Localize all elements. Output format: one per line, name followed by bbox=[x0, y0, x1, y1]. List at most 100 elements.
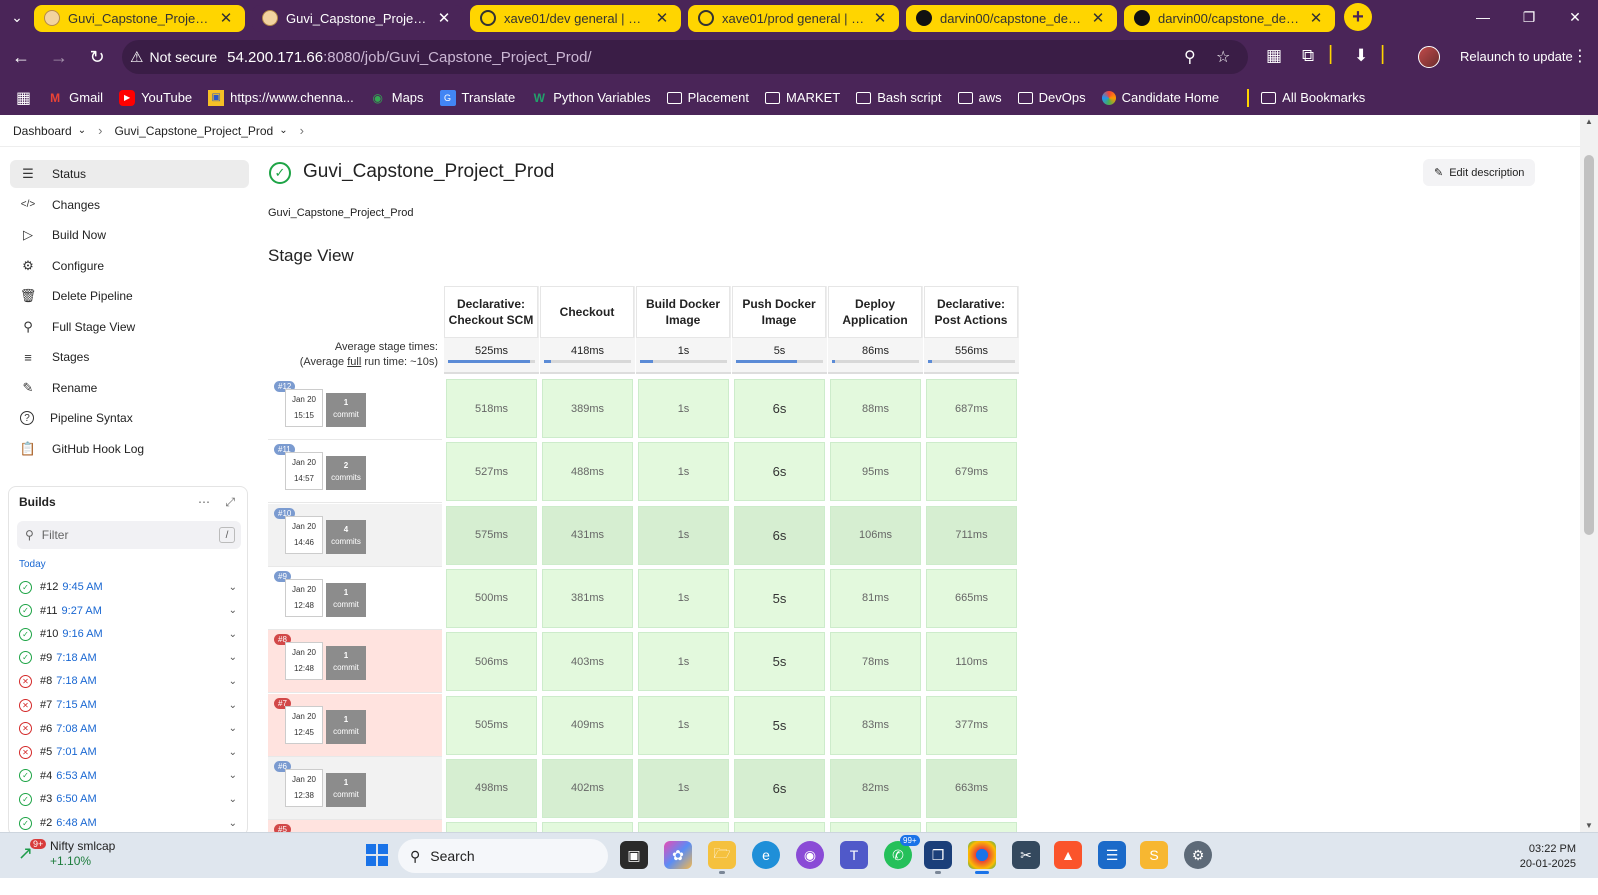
browser-tab[interactable]: Guvi_Capstone_Project_Prod✕ bbox=[252, 4, 463, 32]
bookmark-item[interactable]: M Gmail bbox=[47, 90, 103, 106]
bookmark-item[interactable]: MARKET bbox=[765, 90, 840, 105]
extensions-icon[interactable]: ⧉ bbox=[1302, 46, 1314, 66]
file-explorer-icon[interactable]: 🗁 bbox=[708, 841, 736, 874]
restore-icon[interactable]: ❐ bbox=[1506, 9, 1552, 26]
bookmark-item[interactable]: W Python Variables bbox=[531, 90, 651, 106]
build-history-row[interactable]: ✓ #2 6:48 AM ⌄ bbox=[19, 813, 241, 833]
page-scrollbar[interactable]: ▲ ▼ bbox=[1580, 115, 1598, 832]
close-tab-icon[interactable]: ✕ bbox=[1089, 9, 1107, 27]
build-history-row[interactable]: ✓ #12 9:45 AM ⌄ bbox=[19, 577, 241, 597]
bookmark-item[interactable]: Candidate Home bbox=[1101, 90, 1219, 105]
stage-cell[interactable]: 518ms bbox=[446, 379, 537, 438]
address-bar[interactable]: ⚠ Not secure 54.200.171.66:8080/job/Guvi… bbox=[122, 40, 1248, 74]
stage-cell[interactable]: 1s bbox=[638, 379, 729, 438]
security-chip[interactable]: ⚠ Not secure bbox=[130, 48, 217, 66]
stage-cell[interactable]: 106ms bbox=[830, 505, 921, 565]
scroll-down-icon[interactable]: ▼ bbox=[1585, 821, 1593, 830]
bookmark-item[interactable]: aws bbox=[957, 90, 1002, 105]
copilot-icon[interactable]: ✿ bbox=[664, 841, 692, 869]
run-commits[interactable]: 4 commits bbox=[326, 519, 366, 554]
browser-tab[interactable]: Guvi_Capstone_Project_dev [✕ bbox=[34, 4, 245, 32]
teams-icon[interactable]: T bbox=[840, 841, 868, 869]
download-icon[interactable]: ⬇ bbox=[1354, 46, 1368, 66]
stocks-widget[interactable]: ↗ 9+ Nifty smlcap +1.10% bbox=[18, 839, 115, 869]
build-time[interactable]: 6:50 AM bbox=[56, 793, 96, 805]
run-commits[interactable]: 2 commits bbox=[326, 456, 366, 491]
run-commits[interactable]: 1 commit bbox=[326, 582, 366, 617]
back-icon[interactable]: ← bbox=[4, 40, 38, 74]
close-tab-icon[interactable]: ✕ bbox=[435, 9, 453, 27]
stage-cell[interactable] bbox=[542, 822, 633, 832]
chevron-down-icon[interactable]: ⌄ bbox=[78, 125, 86, 136]
sidebar-item-github-hook-log[interactable]: 📋 GitHub Hook Log bbox=[10, 435, 249, 463]
run-commits[interactable]: 1 commit bbox=[326, 709, 366, 744]
virtualbox-icon[interactable]: ❒ bbox=[924, 841, 952, 874]
settings-gear-icon[interactable]: ⚙ bbox=[1184, 841, 1212, 869]
build-number[interactable]: #3 bbox=[40, 793, 52, 805]
stage-cell[interactable]: 403ms bbox=[542, 632, 633, 692]
stage-cell[interactable] bbox=[638, 822, 729, 832]
stage-cell[interactable] bbox=[446, 822, 537, 832]
close-tab-icon[interactable]: ✕ bbox=[1307, 9, 1325, 27]
builds-filter-input[interactable]: ⚲ Filter / bbox=[17, 521, 241, 549]
bookmark-item[interactable]: G Translate bbox=[439, 89, 515, 106]
build-number[interactable]: #9 bbox=[40, 652, 52, 664]
apps-icon[interactable]: ▦ bbox=[1266, 46, 1282, 66]
scroll-up-icon[interactable]: ▲ bbox=[1585, 117, 1593, 126]
stage-cell[interactable]: 488ms bbox=[542, 442, 633, 502]
bookmark-star-icon[interactable]: ☆ bbox=[1216, 47, 1230, 67]
stage-cell[interactable]: 431ms bbox=[542, 505, 633, 565]
chevron-down-icon[interactable]: ⌄ bbox=[229, 818, 237, 829]
build-number[interactable]: #8 bbox=[40, 675, 52, 687]
build-history-row[interactable]: ✕ #7 7:15 AM ⌄ bbox=[19, 695, 241, 715]
stage-cell[interactable]: 88ms bbox=[830, 379, 921, 438]
chevron-down-icon[interactable]: ⌄ bbox=[279, 125, 287, 136]
system-clock[interactable]: 03:22 PM 20-01-2025 bbox=[1498, 842, 1576, 872]
stage-cell[interactable]: 1s bbox=[638, 695, 729, 755]
stage-cell[interactable]: 1s bbox=[638, 632, 729, 692]
scrollbar-thumb[interactable] bbox=[1584, 155, 1594, 535]
edit-description-button[interactable]: ✎ Edit description bbox=[1423, 159, 1536, 186]
stage-cell[interactable]: 575ms bbox=[446, 505, 537, 565]
reload-icon[interactable]: ↻ bbox=[80, 40, 114, 74]
stage-cell[interactable] bbox=[926, 822, 1017, 832]
task-view-icon[interactable]: ▣ bbox=[620, 841, 648, 869]
stage-cell[interactable]: 665ms bbox=[926, 568, 1017, 628]
sidebar-item-configure[interactable]: ⚙ Configure bbox=[10, 252, 249, 280]
bookmark-item[interactable]: ◉ Maps bbox=[370, 90, 424, 106]
stage-cell[interactable]: 527ms bbox=[446, 442, 537, 502]
stage-cell[interactable]: 1s bbox=[638, 758, 729, 818]
bookmark-item[interactable]: ▣ https://www.chenna... bbox=[208, 89, 354, 106]
sidebar-item-pipeline-syntax[interactable]: ? Pipeline Syntax bbox=[10, 404, 249, 432]
chevron-down-icon[interactable]: ⌄ bbox=[229, 747, 237, 758]
build-number[interactable]: #4 bbox=[40, 770, 52, 782]
sidebar-item-stages[interactable]: ≡ Stages bbox=[10, 343, 249, 371]
chevron-down-icon[interactable]: ⌄ bbox=[229, 723, 237, 734]
more-menu-icon[interactable]: ⋮ bbox=[1572, 46, 1588, 66]
browser-tab[interactable]: xave01/prod general | Docke✕ bbox=[688, 4, 899, 32]
stage-cell[interactable]: 687ms bbox=[926, 379, 1017, 438]
stage-cell[interactable]: 5s bbox=[734, 632, 825, 692]
build-history-row[interactable]: ✓ #4 6:53 AM ⌄ bbox=[19, 766, 241, 786]
chevron-down-icon[interactable]: ⌄ bbox=[229, 605, 237, 616]
more-icon[interactable]: ⋯ bbox=[198, 495, 212, 509]
stage-cell[interactable] bbox=[830, 822, 921, 832]
sidebar-item-status[interactable]: ☰ Status bbox=[10, 160, 249, 188]
sidebar-item-rename[interactable]: ✎ Rename bbox=[10, 374, 249, 402]
build-number[interactable]: #10 bbox=[40, 628, 58, 640]
stage-cell[interactable]: 663ms bbox=[926, 758, 1017, 818]
build-number[interactable]: #6 bbox=[40, 723, 52, 735]
build-number[interactable]: #2 bbox=[40, 817, 52, 829]
notepad-icon[interactable]: ☰ bbox=[1098, 841, 1126, 869]
bookmark-item[interactable]: Bash script bbox=[856, 90, 942, 105]
close-tab-icon[interactable]: ✕ bbox=[871, 9, 889, 27]
stage-cell[interactable]: 81ms bbox=[830, 568, 921, 628]
build-time[interactable]: 7:08 AM bbox=[56, 723, 96, 735]
build-history-row[interactable]: ✓ #3 6:50 AM ⌄ bbox=[19, 789, 241, 809]
bookmark-item[interactable]: ▶ YouTube bbox=[119, 89, 192, 106]
profile-avatar[interactable] bbox=[1418, 46, 1440, 68]
build-number[interactable]: #7 bbox=[40, 699, 52, 711]
run-commits[interactable]: 1 commit bbox=[326, 393, 366, 427]
stage-cell[interactable]: 83ms bbox=[830, 695, 921, 755]
chevron-down-icon[interactable]: ⌄ bbox=[229, 629, 237, 640]
